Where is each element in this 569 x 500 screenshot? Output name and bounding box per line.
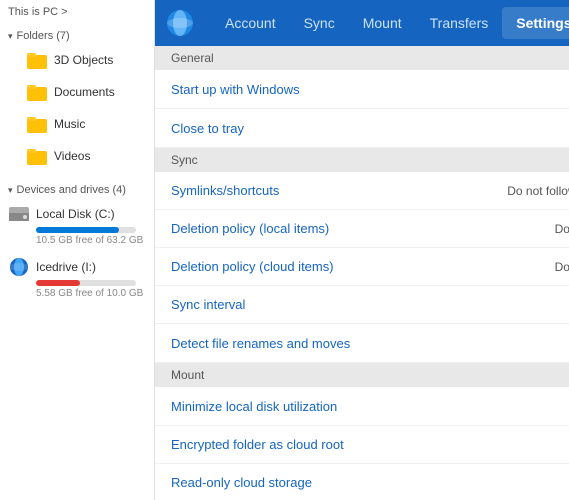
- folders-section: ▾ Folders (7): [0, 24, 154, 44]
- deletion-cloud-value: Do not delete: [555, 260, 569, 274]
- folders-label: Folders (7): [17, 30, 70, 42]
- nav-transfers[interactable]: Transfers: [416, 7, 503, 39]
- folders-list: 3D Objects Documents Music Videos: [0, 44, 154, 172]
- sidebar-item-documents[interactable]: Documents: [18, 76, 154, 108]
- setting-deletion-cloud[interactable]: Deletion policy (cloud items) Do not del…: [155, 248, 569, 286]
- setting-deletion-local[interactable]: Deletion policy (local items) Do not del…: [155, 210, 569, 248]
- deletion-cloud-label: Deletion policy (cloud items): [171, 259, 555, 274]
- local-disk-name: Local Disk (C:): [36, 207, 115, 221]
- section-sync: Sync: [155, 148, 569, 172]
- devices-section: ▾ Devices and drives (4): [0, 178, 154, 198]
- startup-label: Start up with Windows: [171, 82, 569, 97]
- sidebar-item-music[interactable]: Music: [18, 108, 154, 140]
- readonly-label: Read-only cloud storage: [171, 475, 569, 490]
- setting-readonly[interactable]: Read-only cloud storage: [155, 464, 569, 500]
- settings-panel: General Start up with Windows ✓ Close to…: [155, 46, 569, 500]
- setting-symlinks[interactable]: Symlinks/shortcuts Do not follow symlink…: [155, 172, 569, 210]
- setting-minimize-disk[interactable]: Minimize local disk utilization ✓: [155, 387, 569, 426]
- nav-sync[interactable]: Sync: [290, 7, 349, 39]
- close-tray-label: Close to tray: [171, 121, 569, 136]
- deletion-local-value: Do not delete: [555, 222, 569, 236]
- folder-name: Videos: [54, 149, 90, 163]
- folder-name: Music: [54, 117, 85, 131]
- setting-detect-renames[interactable]: Detect file renames and moves ✓: [155, 324, 569, 363]
- nav-account[interactable]: Account: [211, 7, 290, 39]
- folders-chevron[interactable]: ▾: [8, 31, 13, 42]
- local-disk-bar: [36, 227, 119, 233]
- drive-icon: [8, 203, 30, 225]
- folder-icon: [26, 113, 48, 135]
- setting-startup[interactable]: Start up with Windows ✓: [155, 70, 569, 109]
- icedrive-free: 5.58 GB free of 10.0 GB: [36, 288, 146, 299]
- icedrive-icon: [8, 256, 30, 278]
- local-disk-bar-container: [36, 227, 136, 233]
- local-disk-free: 10.5 GB free of 63.2 GB: [36, 235, 146, 246]
- minimize-disk-label: Minimize local disk utilization: [171, 399, 569, 414]
- nav-settings[interactable]: Settings: [502, 7, 569, 39]
- setting-encrypted-folder[interactable]: Encrypted folder as cloud root: [155, 426, 569, 464]
- sidebar-item-local-disk[interactable]: Local Disk (C:) 10.5 GB free of 63.2 GB: [0, 198, 154, 251]
- topbar: Account Sync Mount Transfers Settings — …: [155, 0, 569, 46]
- main-panel: Account Sync Mount Transfers Settings — …: [155, 0, 569, 500]
- sync-interval-label: Sync interval: [171, 297, 569, 312]
- setting-close-tray[interactable]: Close to tray ✓: [155, 109, 569, 148]
- sidebar-item-videos[interactable]: Videos: [18, 140, 154, 172]
- sidebar-item-3dobjects[interactable]: 3D Objects: [18, 44, 154, 76]
- devices-label: Devices and drives (4): [17, 184, 126, 196]
- devices-chevron[interactable]: ▾: [8, 185, 13, 196]
- encrypted-folder-label: Encrypted folder as cloud root: [171, 437, 569, 452]
- sidebar-item-icedrive[interactable]: Icedrive (I:) 5.58 GB free of 10.0 GB: [0, 251, 154, 304]
- setting-sync-interval[interactable]: Sync interval 5 minutes ▾: [155, 286, 569, 324]
- breadcrumb: This is PC >: [0, 0, 154, 24]
- folder-icon: [26, 145, 48, 167]
- nav-mount[interactable]: Mount: [349, 7, 416, 39]
- detect-renames-label: Detect file renames and moves: [171, 336, 569, 351]
- icedrive-bar-container: [36, 280, 136, 286]
- nav-bar: Account Sync Mount Transfers Settings: [211, 7, 569, 39]
- deletion-local-label: Deletion policy (local items): [171, 221, 555, 236]
- app-logo: [165, 8, 195, 38]
- icedrive-name: Icedrive (I:): [36, 260, 96, 274]
- folder-name: Documents: [54, 85, 115, 99]
- folder-icon: [26, 49, 48, 71]
- symlinks-label: Symlinks/shortcuts: [171, 183, 507, 198]
- folder-icon: [26, 81, 48, 103]
- sidebar: This is PC > ▾ Folders (7) 3D Objects Do…: [0, 0, 155, 500]
- section-mount: Mount: [155, 363, 569, 387]
- symlinks-value: Do not follow symlinks: [507, 184, 569, 198]
- icedrive-bar: [36, 280, 80, 286]
- folder-name: 3D Objects: [54, 53, 113, 67]
- section-general: General: [155, 46, 569, 70]
